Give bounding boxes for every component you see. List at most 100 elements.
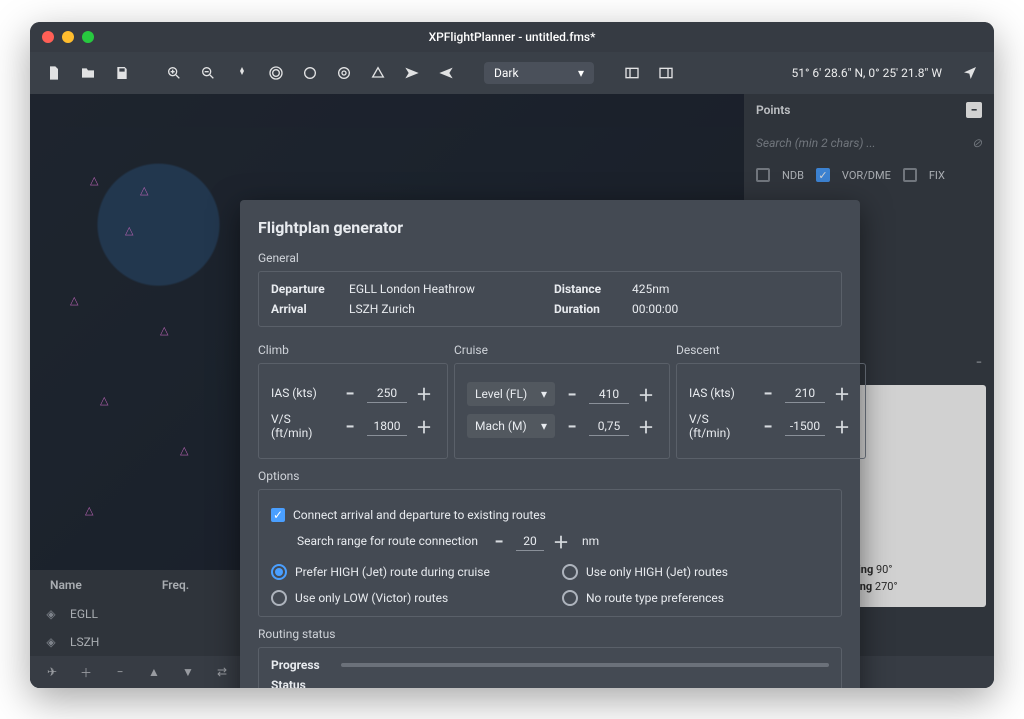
search-range-value[interactable]: 20: [516, 532, 544, 551]
open-folder-icon[interactable]: [74, 59, 102, 87]
minus-icon[interactable]: −: [757, 415, 779, 437]
layer-triangle-icon[interactable]: [364, 59, 392, 87]
waypoint-icon: ◈: [44, 635, 58, 649]
connect-routes-label: Connect arrival and departure to existin…: [293, 508, 546, 522]
cruise-mach-value[interactable]: 0,75: [589, 417, 629, 436]
plane-icon[interactable]: ✈: [40, 660, 64, 684]
climb-vs-value[interactable]: 1800: [367, 417, 407, 436]
climb-vs-label: V/S (ft/min): [271, 412, 333, 440]
cruise-mach-select[interactable]: Mach (M) ▾: [467, 414, 555, 438]
cruise-mach-label: Mach (M): [475, 419, 527, 433]
up-icon[interactable]: ▲: [142, 660, 166, 684]
cruise-level-stepper[interactable]: − 410 ＋: [561, 383, 657, 405]
waypoint-id: EGLL: [70, 607, 98, 621]
search-range-stepper[interactable]: − 20 ＋: [488, 530, 572, 552]
plus-icon[interactable]: ＋: [550, 530, 572, 552]
vordme-label: VOR/DME: [842, 169, 891, 182]
minus-icon[interactable]: −: [488, 530, 510, 552]
arrival-label: Arrival: [271, 302, 341, 316]
minus-icon[interactable]: −: [339, 415, 361, 437]
theme-label: Dark: [494, 66, 519, 80]
minus-icon[interactable]: −: [561, 415, 583, 437]
cruise-label: Cruise: [454, 343, 670, 357]
chevron-down-icon: ▾: [578, 66, 584, 80]
clear-icon[interactable]: ⊘: [972, 136, 982, 150]
arrival-icon[interactable]: [432, 59, 460, 87]
search-input[interactable]: Search (min 2 chars) ... ⊘: [756, 130, 982, 156]
descent-ias-stepper[interactable]: − 210 ＋: [757, 382, 853, 404]
col-name: Name: [50, 578, 82, 592]
radio-label: No route type preferences: [586, 591, 724, 605]
climb-vs-stepper[interactable]: − 1800 ＋: [339, 415, 435, 437]
save-icon[interactable]: [108, 59, 136, 87]
theme-select[interactable]: Dark ▾: [484, 62, 594, 84]
zoom-in-icon[interactable]: [160, 59, 188, 87]
radio-label: Prefer HIGH (Jet) route during cruise: [295, 565, 490, 579]
cruise-level-value[interactable]: 410: [589, 385, 629, 404]
down-icon[interactable]: ▼: [176, 660, 200, 684]
chevron-down-icon: ▾: [541, 419, 547, 433]
radio-only-high[interactable]: Use only HIGH (Jet) routes: [562, 564, 829, 580]
minus-icon[interactable]: −: [757, 382, 779, 404]
descent-ias-value[interactable]: 210: [785, 384, 825, 403]
add-icon[interactable]: ＋: [74, 660, 98, 684]
general-label: General: [258, 251, 842, 265]
climb-ias-label: IAS (kts): [271, 386, 333, 400]
search-range-unit: nm: [582, 534, 599, 548]
collapse-icon[interactable]: −: [976, 356, 982, 369]
radio-prefer-high[interactable]: Prefer HIGH (Jet) route during cruise: [271, 564, 538, 580]
cruise-mach-stepper[interactable]: − 0,75 ＋: [561, 415, 657, 437]
minus-icon[interactable]: −: [561, 383, 583, 405]
layer-target-icon[interactable]: [330, 59, 358, 87]
ndb-checkbox[interactable]: [756, 168, 770, 182]
remove-icon[interactable]: −: [108, 660, 132, 684]
plus-icon[interactable]: ＋: [831, 382, 853, 404]
flightplan-generator-modal: Flightplan generator General Departure E…: [240, 200, 860, 688]
fix-label: FIX: [929, 169, 945, 182]
new-file-icon[interactable]: [40, 59, 68, 87]
plus-icon[interactable]: ＋: [413, 415, 435, 437]
departure-value: EGLL London Heathrow: [349, 282, 546, 296]
layer-fix-icon[interactable]: [296, 59, 324, 87]
search-range-label: Search range for route connection: [297, 534, 478, 548]
cruise-level-label: Level (FL): [475, 387, 527, 401]
rwy-val: 90°: [876, 563, 892, 576]
layer-waypoint-icon[interactable]: [228, 59, 256, 87]
minus-icon[interactable]: −: [339, 382, 361, 404]
rwy-val: 270°: [875, 580, 898, 593]
col-freq: Freq.: [162, 578, 189, 592]
zoom-out-icon[interactable]: [194, 59, 222, 87]
plus-icon[interactable]: ＋: [635, 415, 657, 437]
radio-only-low[interactable]: Use only LOW (Victor) routes: [271, 590, 538, 606]
progress-label: Progress: [271, 658, 341, 672]
duration-value: 00:00:00: [632, 302, 829, 316]
descent-vs-value[interactable]: -1500: [785, 417, 825, 436]
app-window: XPFlightPlanner - untitled.fms* Dark ▾: [30, 22, 994, 688]
fix-checkbox[interactable]: [903, 168, 917, 182]
descent-ias-label: IAS (kts): [689, 386, 751, 400]
radio-no-pref[interactable]: No route type preferences: [562, 590, 829, 606]
panel-right-icon[interactable]: [652, 59, 680, 87]
collapse-icon[interactable]: −: [966, 102, 982, 118]
chevron-down-icon: ▾: [541, 387, 547, 401]
layer-navaid-icon[interactable]: [262, 59, 290, 87]
vordme-checkbox[interactable]: ✓: [816, 168, 830, 182]
progress-bar: [341, 663, 829, 667]
climb-ias-stepper[interactable]: − 250 ＋: [339, 382, 435, 404]
distance-label: Distance: [554, 282, 624, 296]
descent-vs-label: V/S (ft/min): [689, 412, 751, 440]
locate-icon[interactable]: [956, 59, 984, 87]
status-label: Status: [271, 678, 341, 688]
swap-icon[interactable]: ⇄: [210, 660, 234, 684]
plus-icon[interactable]: ＋: [831, 415, 853, 437]
departure-icon[interactable]: [398, 59, 426, 87]
plus-icon[interactable]: ＋: [635, 383, 657, 405]
toolbar: Dark ▾ 51° 6' 28.6" N, 0° 25' 21.8" W: [30, 52, 994, 94]
descent-vs-stepper[interactable]: − -1500 ＋: [757, 415, 853, 437]
climb-ias-value[interactable]: 250: [367, 384, 407, 403]
panel-left-icon[interactable]: [618, 59, 646, 87]
connect-routes-checkbox[interactable]: ✓: [271, 508, 285, 522]
waypoint-id: LSZH: [70, 635, 99, 649]
cruise-level-select[interactable]: Level (FL) ▾: [467, 382, 555, 406]
plus-icon[interactable]: ＋: [413, 382, 435, 404]
